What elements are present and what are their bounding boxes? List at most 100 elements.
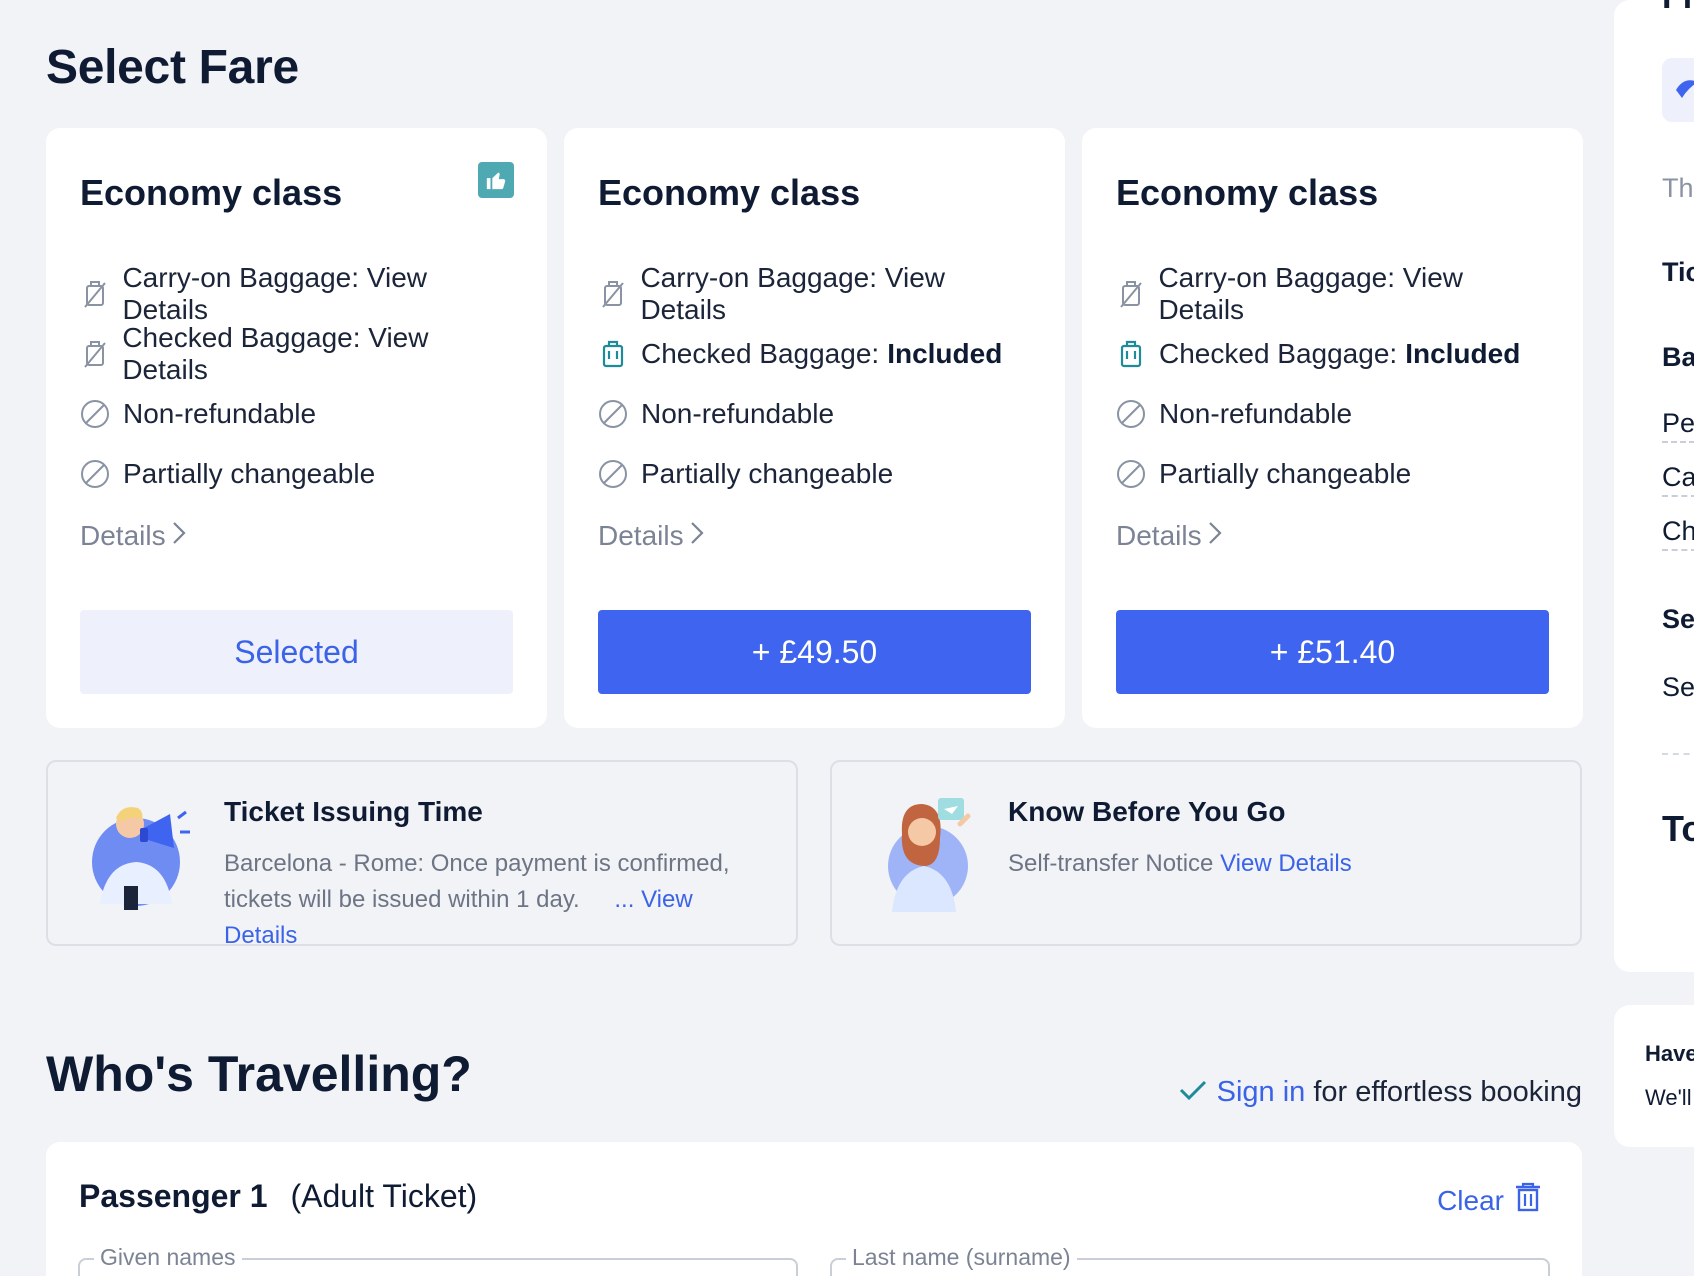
sidebar-line: Ba: [1662, 342, 1694, 372]
baggage-included-icon: [1116, 339, 1146, 369]
clear-label: Clear: [1437, 1184, 1504, 1216]
sidebar-line[interactable]: Pe: [1662, 408, 1694, 443]
know-before-title: Know Before You Go: [1008, 796, 1286, 827]
carry-on-baggage[interactable]: Carry-on Baggage: View Details: [1116, 262, 1549, 325]
ticket-issuing-line-2: tickets will be issued within 1 day.: [224, 886, 580, 913]
sidebar-line: Se: [1662, 604, 1694, 634]
ticket-issuing-line-1: Barcelona - Rome: Once payment is confir…: [224, 850, 730, 877]
checked-label: Checked Baggage: View Details: [122, 322, 429, 385]
checked-value: Included: [887, 338, 1003, 369]
fare-details-link[interactable]: Details: [1116, 506, 1549, 566]
checked-label: Checked Baggage:: [641, 338, 880, 369]
change-label: Partially changeable: [641, 458, 894, 489]
signin-text: for effortless booking: [1313, 1076, 1582, 1108]
fare-title: Economy class: [80, 172, 343, 213]
prohibited-icon: [598, 459, 628, 489]
know-before-view-details-link[interactable]: View Details: [1220, 850, 1352, 877]
prohibited-icon: [80, 459, 110, 489]
carry-on-label: Carry-on Baggage: View Details: [640, 262, 945, 325]
fare-selected-button[interactable]: Selected: [80, 610, 513, 694]
know-before-text: Self-transfer Notice View Details: [1008, 846, 1548, 882]
passenger-title: Passenger 1 (Adult Ticket): [79, 1178, 477, 1215]
baggage-not-included-icon: [80, 339, 109, 369]
self-transfer-notice: Self-transfer Notice: [1008, 850, 1214, 877]
passenger-card: Passenger 1 (Adult Ticket) Clear Given n…: [46, 1142, 1582, 1276]
refund-label: Non-refundable: [123, 398, 317, 429]
sidebar-divider: [1662, 753, 1694, 755]
traveller-illustration: [870, 794, 976, 914]
carry-on-label: Carry-on Baggage: View Details: [1158, 262, 1463, 325]
refund-label: Non-refundable: [641, 398, 835, 429]
checked-label: Checked Baggage:: [1159, 338, 1398, 369]
last-name-label: Last name (surname): [846, 1244, 1077, 1271]
refund-policy: Non-refundable: [1116, 384, 1549, 444]
fare-card[interactable]: Economy class Carry-on Baggage: View Det…: [46, 128, 547, 728]
details-label: Details: [1116, 520, 1202, 551]
baggage-included-icon: [598, 339, 628, 369]
change-policy: Partially changeable: [598, 444, 1031, 504]
checkmark-icon: [1179, 1076, 1207, 1109]
prohibited-icon: [1116, 459, 1146, 489]
baggage-not-included-icon: [1116, 279, 1145, 309]
change-policy: Partially changeable: [1116, 444, 1549, 504]
checked-baggage: Checked Baggage: Included: [598, 324, 1031, 384]
ticket-issuing-title: Ticket Issuing Time: [224, 796, 483, 827]
fare-details-link[interactable]: Details: [598, 506, 1031, 566]
chevron-right-icon: [1208, 520, 1222, 552]
sidebar-promo-box: Have We'll: [1614, 1005, 1694, 1147]
page-title: Select Fare: [46, 41, 299, 94]
passenger-type: (Adult Ticket): [290, 1178, 478, 1214]
fare-card[interactable]: Economy class Carry-on Baggage: View Det…: [1082, 128, 1583, 728]
promo-line: We'll: [1645, 1085, 1692, 1110]
given-names-field[interactable]: Given names: [78, 1244, 798, 1276]
baggage-not-included-icon: [598, 279, 627, 309]
refund-policy: Non-refundable: [80, 384, 513, 444]
given-names-label: Given names: [94, 1244, 242, 1271]
prohibited-icon: [80, 399, 110, 429]
refund-policy: Non-refundable: [598, 384, 1031, 444]
prohibited-icon: [1116, 399, 1146, 429]
ticket-issuing-card: Ticket Issuing Time Barcelona - Rome: On…: [46, 760, 798, 949]
know-before-card: Know Before You Go Self-transfer Notice …: [830, 760, 1582, 946]
promo-line: Have: [1645, 1041, 1694, 1066]
trash-icon: [1514, 1182, 1542, 1219]
sidebar-line[interactable]: Ca: [1662, 462, 1694, 497]
details-label: Details: [80, 520, 166, 551]
travellers-title: Who's Travelling?: [46, 1046, 472, 1102]
sidebar-line: Se: [1662, 672, 1694, 702]
change-policy: Partially changeable: [80, 444, 513, 504]
checked-baggage[interactable]: Checked Baggage: View Details: [80, 322, 513, 385]
sidebar-line: Tic: [1662, 257, 1694, 287]
select-fare-button[interactable]: + £49.50: [598, 610, 1031, 694]
select-fare-button[interactable]: + £51.40: [1116, 610, 1549, 694]
sidebar-line: Th: [1662, 173, 1694, 203]
chevron-right-icon: [172, 520, 186, 552]
price-summary-sidebar: Fl Th Tic Ba Pe Ca Ch Se Se To: [1614, 0, 1694, 972]
details-label: Details: [598, 520, 684, 551]
thumbs-up-icon: [478, 162, 514, 198]
ticket-issuing-text: Barcelona - Rome: Once payment is confir…: [224, 846, 764, 954]
clear-passenger-button[interactable]: Clear: [1437, 1182, 1542, 1219]
passenger-label: Passenger 1: [79, 1178, 268, 1214]
fare-list: Economy class Carry-on Baggage: View Det…: [46, 128, 1583, 728]
prohibited-icon: [598, 399, 628, 429]
airline-logo: [1662, 58, 1694, 122]
fare-title: Economy class: [1116, 172, 1379, 213]
carry-on-baggage[interactable]: Carry-on Baggage: View Details: [598, 262, 1031, 325]
last-name-field[interactable]: Last name (surname): [830, 1244, 1550, 1276]
refund-label: Non-refundable: [1159, 398, 1353, 429]
fare-details-link[interactable]: Details: [80, 506, 513, 566]
change-label: Partially changeable: [1159, 458, 1412, 489]
sidebar-line[interactable]: Ch: [1662, 516, 1694, 551]
fare-card[interactable]: Economy class Carry-on Baggage: View Det…: [564, 128, 1065, 728]
change-label: Partially changeable: [123, 458, 376, 489]
chevron-right-icon: [690, 520, 704, 552]
signin-prompt: Sign in for effortless booking: [1179, 1076, 1582, 1109]
megaphone-illustration: [86, 794, 192, 914]
carry-on-baggage[interactable]: Carry-on Baggage: View Details: [80, 262, 513, 325]
carry-on-label: Carry-on Baggage: View Details: [122, 262, 427, 325]
fare-title: Economy class: [598, 172, 861, 213]
sidebar-heading: Fl: [1662, 0, 1692, 17]
checked-value: Included: [1405, 338, 1521, 369]
signin-link[interactable]: Sign in: [1217, 1076, 1306, 1109]
